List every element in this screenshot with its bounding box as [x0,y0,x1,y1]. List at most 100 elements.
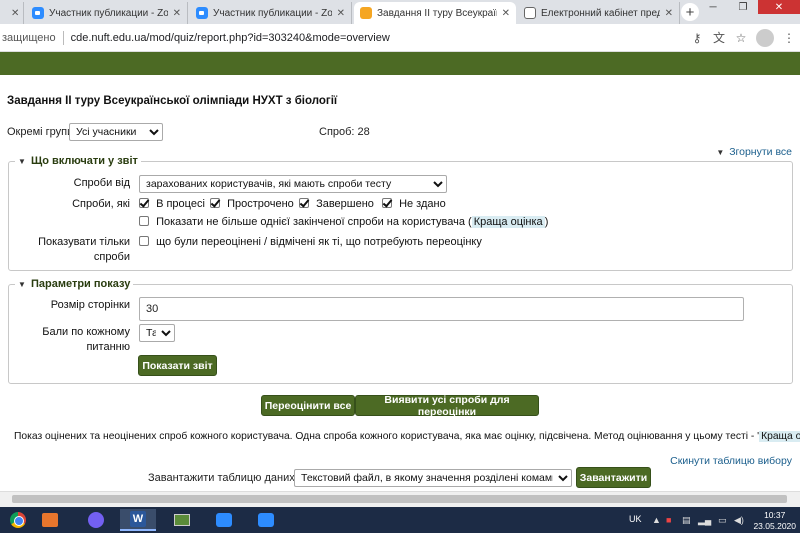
download-button[interactable]: Завантажити [576,467,651,488]
dry-run-regrade-button[interactable]: Виявити усі спроби для переоцінки [355,394,539,418]
state-finished[interactable]: Завершено [299,198,374,210]
marks-per-question-select[interactable]: Так [139,324,175,342]
checkbox-checked-icon[interactable] [299,198,309,208]
menu-dots-icon[interactable]: ⋮ [778,31,800,45]
clock-time: 10:37 [764,510,786,520]
state-overdue-label: Прострочено [227,198,294,210]
tray-up-arrow-icon[interactable]: ▲ [652,515,661,525]
window-controls: ─ ❐ ✕ [698,0,800,14]
reset-table-link[interactable]: Скинути таблицю вибору [670,455,792,467]
close-tab-icon[interactable]: ✕ [173,8,181,19]
legend-label: Що включати у звіт [30,155,138,167]
close-window-icon[interactable]: ✕ [758,0,800,14]
scrollbar-thumb[interactable] [12,495,787,503]
tab-label: Електронний кабінет предмет [541,7,660,19]
marks-label-line1: Бали по кожному [42,326,130,338]
checkbox-checked-icon[interactable] [382,198,392,208]
regrade-all-button[interactable]: Переоцінити все [261,395,355,416]
only-one-attempt-option[interactable]: Показати не більше однієї закінченої спр… [139,216,548,228]
language-indicator[interactable]: UK [629,514,642,524]
caret-down-icon: ▼ [18,280,26,289]
taskbar: W [0,507,800,533]
network-icon[interactable]: ▤ [682,515,691,526]
checkbox-unchecked-icon[interactable] [139,216,149,226]
taskbar-word[interactable]: W [120,509,156,531]
word-icon: W [130,511,146,527]
zoom-icon [258,513,274,527]
system-clock[interactable]: 10:37 23.05.2020 [753,510,796,532]
horizontal-scrollbar[interactable] [0,491,800,507]
battery-icon[interactable]: ▭ [718,515,727,526]
tab-label: Завдання ІІ туру Всеукраїнськ [377,7,497,19]
tab-zoom-2[interactable]: Участник публикации - Zoom ✕ [190,2,352,24]
taskbar-zoom-2[interactable] [248,509,284,531]
tab-label: Участник публикации - Zoom [213,7,332,19]
minimize-icon[interactable]: ─ [698,0,728,14]
close-tab-icon[interactable]: ✕ [11,8,19,19]
monitor-icon [174,514,190,526]
url-field[interactable]: cde.nuft.edu.ua/mod/quiz/report.php?id=3… [71,32,686,44]
zoom-icon [196,7,208,19]
page-size-input[interactable]: 30 [139,297,744,321]
clock-date: 23.05.2020 [753,521,796,531]
tab-zoom-1[interactable]: Участник публикации - Zoom ✕ [26,2,188,24]
chrome-icon [10,512,26,528]
volume-icon[interactable]: ◀) [734,515,744,526]
state-finished-label: Завершено [316,198,374,210]
paren-close: ) [544,216,549,228]
report-include-legend[interactable]: ▼ Що включати у звіт [15,155,141,167]
translate-icon[interactable]: 文 [708,29,730,46]
taskbar-media[interactable] [32,509,68,531]
viber-icon [88,512,104,528]
download-format-select[interactable]: Текстовий файл, в якому значення розділе… [294,469,572,487]
state-overdue[interactable]: Прострочено [210,198,294,210]
zoom-icon [216,513,232,527]
checkbox-checked-icon[interactable] [210,198,220,208]
close-tab-icon[interactable]: ✕ [665,8,673,19]
info-text: Показ оцінених та неоцінених спроб кожно… [14,431,760,442]
globe-icon [524,7,536,19]
maximize-icon[interactable]: ❐ [728,0,758,14]
taskbar-zoom-1[interactable] [206,509,242,531]
new-tab-button[interactable]: + [681,3,699,21]
state-inprogress-label: В процесі [156,198,205,210]
only-one-attempt-label: Показати не більше однієї закінченої спр… [156,216,472,228]
checkbox-unchecked-icon[interactable] [139,236,149,246]
state-abandoned-label: Не здано [399,198,446,210]
tab-label: Участник публикации - Zoom [49,7,168,19]
tab-quiz-report[interactable]: Завдання ІІ туру Всеукраїнськ ✕ [354,2,516,24]
grading-info-text: Показ оцінених та неоцінених спроб кожно… [14,431,800,442]
security-indicator[interactable]: защищено [0,32,56,44]
moodle-icon [360,7,372,19]
regraded-only-option[interactable]: що були переоцінені / відмічені як ті, щ… [139,236,482,248]
taskbar-viber[interactable] [78,509,114,531]
download-label: Завантажити таблицю даних як [148,472,309,484]
show-report-button[interactable]: Показати звіт [138,355,217,376]
star-icon[interactable]: ☆ [730,31,752,45]
tab-partial[interactable]: sk ✕ [0,2,24,24]
attempts-from-select[interactable]: зарахованих користувачів, які мають спро… [139,175,447,193]
display-options-legend[interactable]: ▼ Параметри показу [15,278,133,290]
show-only-label-line1: Показувати тільки [38,236,130,248]
groups-select[interactable]: Усі учасники [69,123,163,141]
state-abandoned[interactable]: Не здано [382,198,446,210]
attempts-from-label: Спроби від [73,177,130,189]
profile-avatar[interactable] [756,28,774,47]
antivirus-icon[interactable]: ■ [666,515,671,525]
browser-tab-strip: sk ✕ Участник публикации - Zoom ✕ Участн… [0,0,800,24]
close-tab-icon[interactable]: ✕ [337,8,345,19]
signal-icon[interactable]: ▂▄ [698,515,711,526]
tab-cabinet[interactable]: Електронний кабінет предмет ✕ [518,2,680,24]
legend-label: Параметри показу [30,278,131,290]
site-header-bar [0,52,800,75]
key-icon[interactable]: ⚷ [686,31,708,45]
state-inprogress[interactable]: В процесі [139,198,205,210]
best-grade-highlight: Краща оцінка [471,216,545,228]
regraded-only-label: що були переоцінені / відмічені як ті, щ… [156,236,482,248]
taskbar-monitor[interactable] [164,509,200,531]
checkbox-checked-icon[interactable] [139,198,149,208]
show-only-label: Показувати тільки спроби [20,235,130,265]
taskbar-chrome[interactable] [0,509,36,531]
close-tab-icon[interactable]: ✕ [502,8,510,19]
attempts-count: Спроб: 28 [319,126,370,138]
